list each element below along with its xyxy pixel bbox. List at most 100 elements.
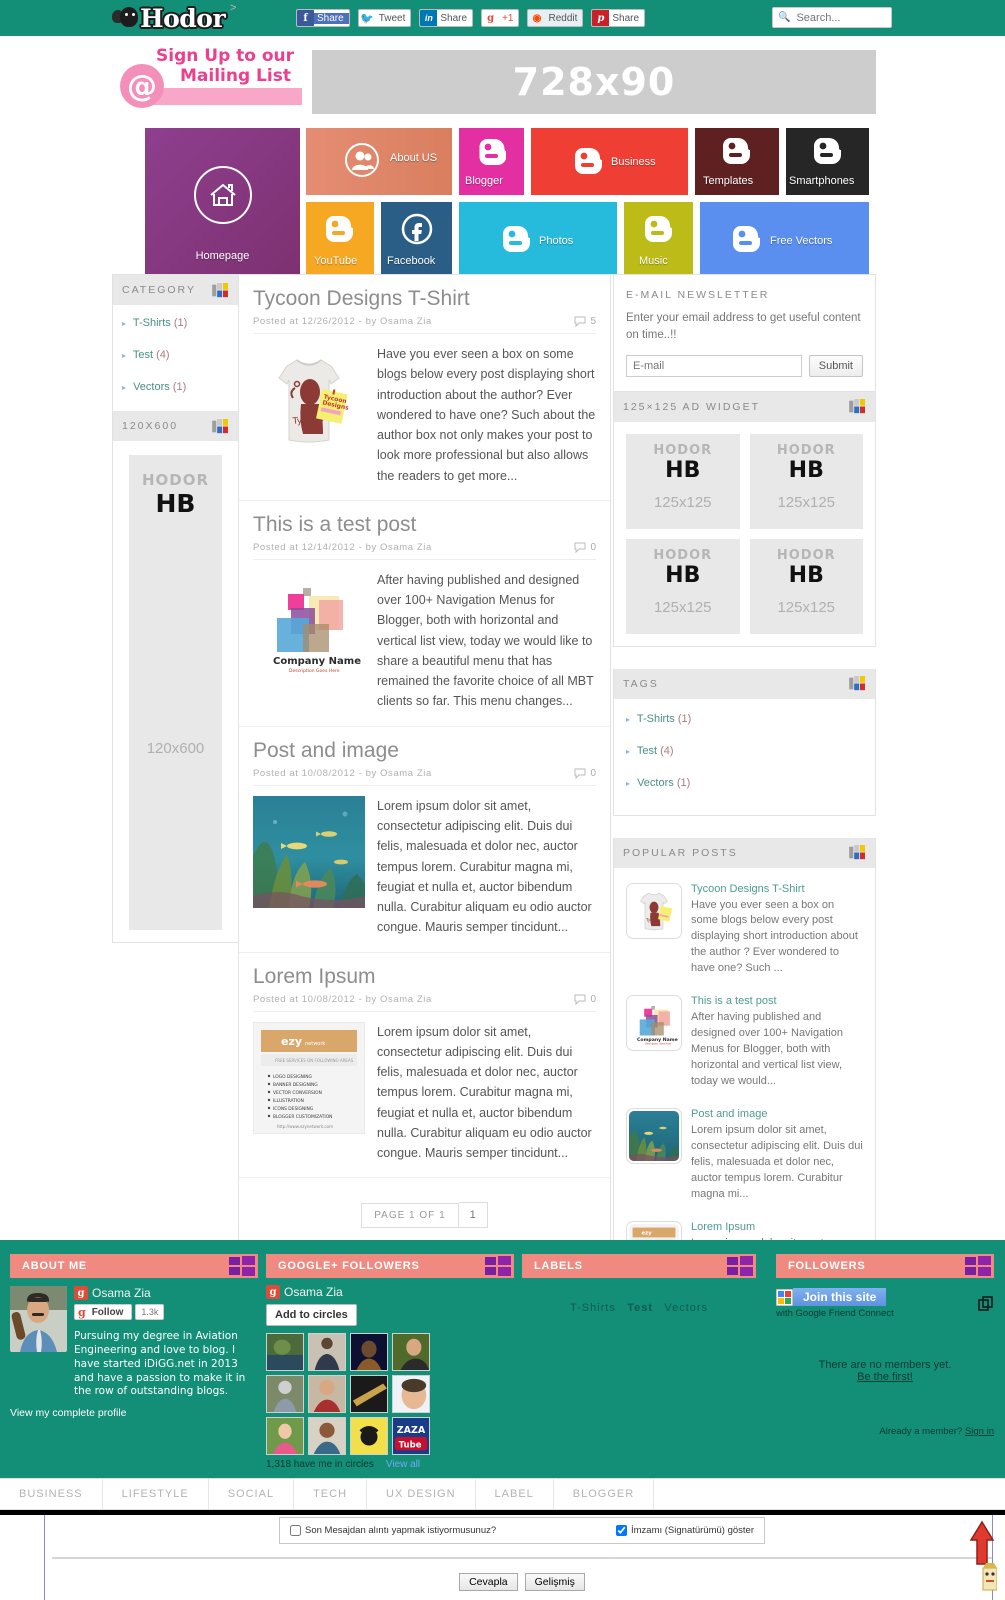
circle-avatar[interactable]	[266, 1375, 304, 1413]
circle-avatar[interactable]	[308, 1417, 346, 1455]
circle-avatar[interactable]	[350, 1333, 388, 1371]
popular-post-thumbnail[interactable]: Company Name Description Goes Here	[626, 995, 682, 1052]
post-title[interactable]: This is a test post	[253, 513, 596, 536]
category-item[interactable]: ▸ Test (4)	[122, 349, 229, 361]
circle-avatar[interactable]	[350, 1375, 388, 1413]
nav-tile-youtube[interactable]: YouTube	[306, 202, 374, 274]
bottom-nav-lifestyle[interactable]: LIFESTYLE	[103, 1479, 209, 1509]
circle-avatar[interactable]	[266, 1417, 304, 1455]
nav-tile-business[interactable]: Business	[531, 128, 688, 195]
follow-button[interactable]: g Follow	[74, 1304, 133, 1320]
nav-tile-about-us[interactable]: About US	[306, 128, 452, 195]
newsletter-email-input[interactable]	[626, 354, 802, 377]
reply-form-strip: Son Mesajdan alıntı yapmak istiyormusunu…	[0, 1510, 1005, 1600]
post-thumbnail[interactable]: Tycoon Tycoon Designs	[253, 344, 365, 486]
tag-item[interactable]: ▸ T-Shirts (1)	[626, 713, 863, 725]
popular-post-title[interactable]: Post and image	[691, 1108, 863, 1120]
post-title[interactable]: Tycoon Designs T-Shirt	[253, 287, 596, 310]
post-thumbnail[interactable]: Company Name Description Goes Here	[253, 569, 365, 712]
view-complete-profile-link[interactable]: View my complete profile	[10, 1407, 258, 1419]
scroll-to-top-button[interactable]	[967, 1518, 997, 1596]
tag-item[interactable]: ▸ Test (4)	[626, 745, 863, 757]
bottom-nav-label[interactable]: LABEL	[476, 1479, 554, 1509]
nav-tile-homepage[interactable]: Homepage	[145, 128, 300, 274]
pinterest-share-button[interactable]: p Share	[591, 9, 646, 27]
avatar[interactable]	[10, 1286, 67, 1352]
popular-post-title[interactable]: Lorem Ipsum	[691, 1221, 863, 1233]
category-item-count: (4)	[156, 349, 170, 361]
signature-checkbox[interactable]	[615, 1525, 627, 1536]
copy-icon[interactable]	[978, 1295, 994, 1312]
twitter-tweet-button[interactable]: 🐦 Tweet	[357, 9, 412, 27]
reply-button[interactable]: Cevapla	[459, 1573, 518, 1591]
bottom-nav-tech[interactable]: TECH	[294, 1479, 368, 1509]
quote-last-message-option[interactable]: Son Mesajdan alıntı yapmak istiyormusunu…	[290, 1525, 496, 1536]
popular-post-thumbnail[interactable]	[626, 1107, 682, 1164]
site-logo[interactable]: Hodor	[112, 3, 226, 33]
search-box[interactable]: 🔍	[772, 7, 892, 28]
nav-tile-music[interactable]: Music	[624, 202, 693, 274]
reddit-share-button[interactable]: ◉ Reddit	[527, 9, 584, 27]
post-title[interactable]: Lorem Ipsum	[253, 965, 596, 988]
facebook-share-button[interactable]: f Share	[296, 9, 350, 27]
popular-post-title[interactable]: Tycoon Designs T-Shirt	[691, 883, 863, 895]
bottom-nav-business[interactable]: BUSINESS	[0, 1479, 103, 1509]
post-thumbnail[interactable]: ezy network FREE SERVICES ON FOLLOWING A…	[252, 1021, 366, 1164]
bottom-nav-blogger[interactable]: BLOGGER	[554, 1479, 655, 1509]
pagination-page-1[interactable]: 1	[458, 1202, 488, 1229]
skyscraper-ad[interactable]: HODOR HB 120x600	[129, 455, 222, 930]
nav-tile-blogger[interactable]: Blogger	[459, 128, 524, 195]
sign-in-link[interactable]: Sign in	[965, 1426, 994, 1437]
post-thumbnail[interactable]	[253, 795, 365, 938]
mailing-list-signup[interactable]: @ Sign Up to our Mailing List	[120, 44, 302, 108]
bottom-nav-social[interactable]: SOCIAL	[209, 1479, 295, 1509]
nav-tile-photos[interactable]: Photos	[459, 202, 617, 274]
google-plus-one-button[interactable]: g +1	[481, 9, 520, 27]
ad-125-tile[interactable]: HODOR HB 125x125	[626, 538, 740, 634]
popular-post-thumbnail[interactable]: Tycoon	[626, 882, 682, 939]
circle-avatar[interactable]	[392, 1333, 430, 1371]
newsletter-submit-button[interactable]: Submit	[808, 354, 863, 377]
ad-125-tile[interactable]: HODOR HB 125x125	[749, 538, 863, 634]
post-comment-count[interactable]: 0	[574, 768, 596, 779]
circle-avatar[interactable]	[350, 1417, 388, 1455]
add-to-circles-button[interactable]: Add to circles	[266, 1304, 357, 1326]
circle-avatar-zaza-tube[interactable]: ZAZA Tube	[392, 1417, 430, 1455]
linkedin-share-button[interactable]: in Share	[419, 9, 474, 27]
mailing-line-2: Mailing List	[180, 66, 291, 86]
label-item[interactable]: Vectors	[664, 1302, 708, 1314]
post-title[interactable]: Post and image	[253, 739, 596, 762]
gplus-profile-name-row[interactable]: g Osama Zia	[266, 1285, 514, 1299]
post-excerpt: Lorem ipsum dolor sit amet, consectetur …	[377, 798, 592, 935]
label-item[interactable]: Test	[627, 1302, 653, 1314]
show-signature-option[interactable]: İmzamı (Signatürümü) göster	[615, 1525, 754, 1536]
nav-tile-free-vectors[interactable]: Free Vectors	[700, 202, 869, 274]
post-comment-count[interactable]: 0	[574, 994, 596, 1005]
circle-avatar[interactable]	[266, 1333, 304, 1371]
google-plus-profile-name-row[interactable]: g Osama Zia	[74, 1286, 258, 1300]
search-input[interactable]	[794, 10, 890, 25]
category-item[interactable]: ▸ T-Shirts (1)	[122, 317, 229, 329]
bottom-nav-ux-design[interactable]: UX DESIGN	[367, 1479, 476, 1509]
post-comment-count[interactable]: 0	[574, 542, 596, 553]
circle-avatar[interactable]	[392, 1375, 430, 1413]
mailing-line-1: Sign Up to our	[156, 46, 295, 66]
join-this-site-button[interactable]: Join this site	[793, 1288, 887, 1306]
circle-avatar[interactable]	[308, 1375, 346, 1413]
nav-tile-smartphones[interactable]: Smartphones	[786, 128, 869, 195]
nav-tile-facebook[interactable]: Facebook	[381, 202, 452, 274]
post-comment-count[interactable]: 5	[574, 316, 596, 328]
ad-125-tile[interactable]: HODOR HB 125x125	[749, 433, 863, 529]
circle-avatar[interactable]	[308, 1333, 346, 1371]
nav-tile-templates[interactable]: Templates	[695, 128, 779, 195]
popular-post-title[interactable]: This is a test post	[691, 995, 863, 1007]
be-the-first-link[interactable]: Be the first!	[857, 1371, 913, 1383]
advanced-button[interactable]: Gelişmiş	[524, 1573, 585, 1591]
category-item[interactable]: ▸ Vectors (1)	[122, 381, 229, 393]
quote-checkbox[interactable]	[290, 1525, 301, 1536]
label-item[interactable]: T-Shirts	[570, 1302, 616, 1314]
ad-125-tile[interactable]: HODOR HB 125x125	[626, 433, 740, 529]
tag-item[interactable]: ▸ Vectors (1)	[626, 777, 863, 789]
view-all-link[interactable]: View all	[386, 1459, 420, 1470]
leaderboard-ad[interactable]: 728x90	[312, 50, 876, 114]
